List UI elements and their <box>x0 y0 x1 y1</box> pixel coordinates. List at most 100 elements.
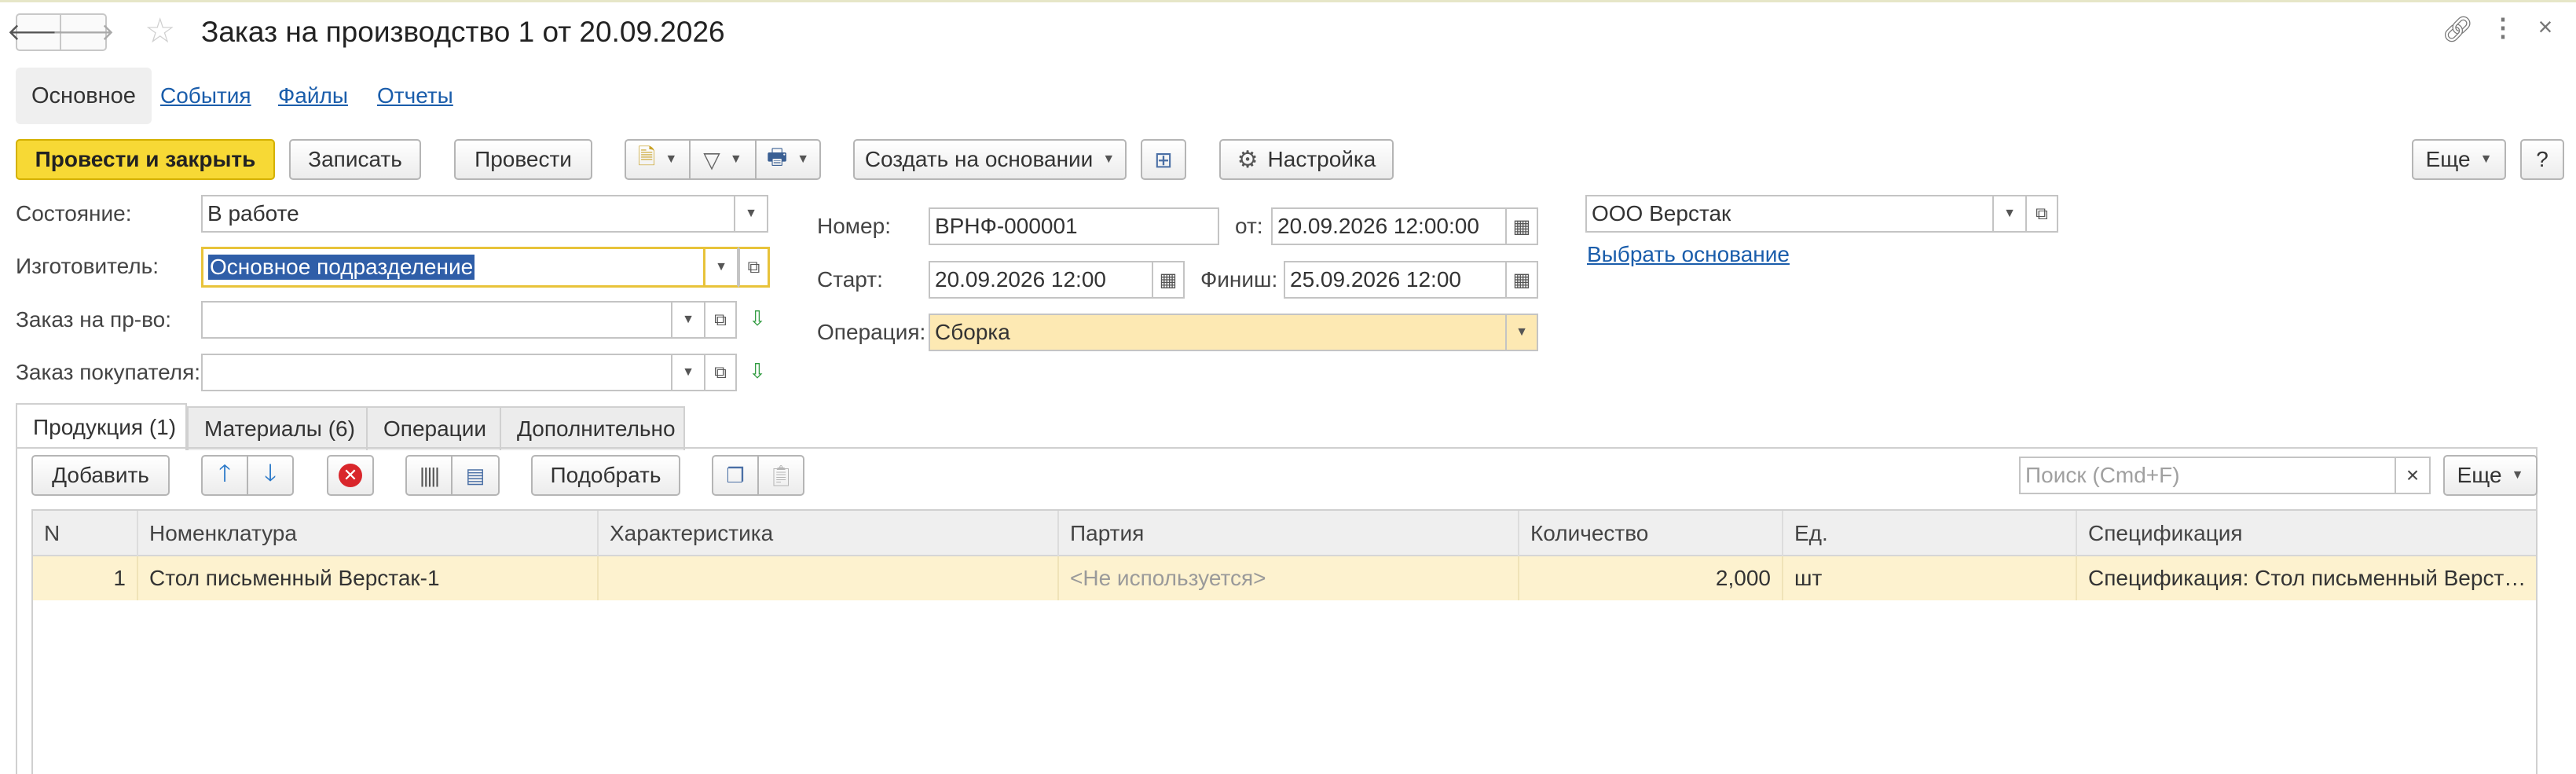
filter-dropdown[interactable]: ▽ ▼ <box>689 139 757 180</box>
customer-order-field[interactable] <box>201 354 672 391</box>
printer-icon: 🖶 <box>766 145 788 169</box>
from-date-field[interactable]: 20.09.2026 12:00:00 <box>1271 207 1507 245</box>
fill-green-icon[interactable]: ⇩ <box>742 306 773 331</box>
delete-row-button[interactable]: ✕ <box>327 455 374 496</box>
start-label: Старт: <box>817 267 883 292</box>
window-top-border <box>0 0 2576 2</box>
save-button[interactable]: Записать <box>289 139 421 180</box>
column-header-nomenclature[interactable]: Номенклатура <box>138 511 599 556</box>
move-up-button[interactable]: 🡑 <box>201 455 248 496</box>
column-header-characteristic[interactable]: Характеристика <box>599 511 1059 556</box>
number-label: Номер: <box>817 214 891 238</box>
chevron-down-icon: ▼ <box>2003 207 2016 220</box>
gear-icon: ⚙ <box>1237 146 1259 173</box>
column-header-n[interactable]: N <box>33 511 138 556</box>
hierarchy-icon: ⊞ <box>1154 147 1173 172</box>
search-clear-button[interactable]: × <box>2396 457 2431 494</box>
table-header: N Номенклатура Характеристика Партия Кол… <box>33 511 2536 556</box>
barcode-button[interactable]: ||||| <box>405 455 453 496</box>
organization-field[interactable]: ООО Верстак <box>1585 195 1994 233</box>
create-based-on-button[interactable]: Создать на основании ▼ <box>853 139 1127 180</box>
tab-files[interactable]: Файлы <box>270 68 356 124</box>
finish-date-field[interactable]: 25.09.2026 12:00 <box>1284 261 1507 299</box>
finish-label: Финиш: <box>1200 267 1278 292</box>
add-button[interactable]: Добавить <box>31 455 170 496</box>
tab-additional[interactable]: Дополнительно <box>500 406 685 450</box>
operation-field[interactable]: Сборка <box>929 314 1507 351</box>
cell-quantity[interactable]: 2,000 <box>1519 556 1783 600</box>
funnel-icon: ▽ <box>703 147 720 172</box>
copy-icon: ❐ <box>726 463 745 487</box>
open-window-icon: ⧉ <box>714 362 727 382</box>
column-header-quantity[interactable]: Количество <box>1519 511 1783 556</box>
state-dropdown-button[interactable]: ▼ <box>735 195 768 233</box>
page-title: Заказ на производство 1 от 20.09.2026 <box>201 16 725 48</box>
finish-calendar-button[interactable]: ▦ <box>1507 261 1538 299</box>
pick-button[interactable]: Подобрать <box>531 455 680 496</box>
number-field[interactable]: ВРНФ-000001 <box>929 207 1219 245</box>
customer-order-open-button[interactable]: ⧉ <box>705 354 737 391</box>
table-row[interactable]: 1 Стол письменный Верстак-1 <Не использу… <box>33 556 2536 600</box>
tab-operations[interactable]: Операции <box>366 406 501 450</box>
paste-rows-button[interactable]: 📋︎ <box>757 455 804 496</box>
state-field[interactable]: В работе <box>201 195 735 233</box>
organization-dropdown-button[interactable]: ▼ <box>1994 195 2027 233</box>
cell-n[interactable]: 1 <box>33 556 138 600</box>
print-dropdown[interactable]: 🖶 ▼ <box>755 139 821 180</box>
structure-button[interactable]: ⊞ <box>1141 139 1186 180</box>
vertical-dots-icon[interactable]: ⋮ <box>2490 13 2516 42</box>
barcode-icon: ||||| <box>420 463 440 487</box>
tab-events[interactable]: События <box>152 68 259 124</box>
customer-order-label: Заказ покупателя: <box>16 360 201 384</box>
operation-label: Операция: <box>817 320 926 344</box>
forward-button[interactable]: 🡒 <box>52 13 115 51</box>
from-calendar-button[interactable]: ▦ <box>1507 207 1538 245</box>
more-label: Еще <box>2425 147 2471 171</box>
prod-order-open-button[interactable]: ⧉ <box>705 301 737 339</box>
cell-batch[interactable]: <Не используется> <box>1059 556 1519 600</box>
choose-base-link[interactable]: Выбрать основание <box>1587 242 1790 267</box>
cell-characteristic[interactable] <box>599 556 1059 600</box>
customer-order-dropdown-button[interactable]: ▼ <box>672 354 705 391</box>
data-collection-button[interactable]: ▤ <box>451 455 500 496</box>
start-date-field[interactable]: 20.09.2026 12:00 <box>929 261 1153 299</box>
search-input[interactable]: Поиск (Cmd+F) <box>2019 457 2396 494</box>
star-icon[interactable]: ☆ <box>145 11 175 51</box>
prod-order-field[interactable] <box>201 301 672 339</box>
start-calendar-button[interactable]: ▦ <box>1153 261 1185 299</box>
link-icon[interactable]: 🔗︎ <box>2442 14 2474 44</box>
tab-products[interactable]: Продукция (1) <box>16 403 187 450</box>
organization-open-button[interactable]: ⧉ <box>2027 195 2058 233</box>
fill-green-icon[interactable]: ⇩ <box>742 359 773 383</box>
cell-specification[interactable]: Спецификация: Стол письменный Верст… <box>2077 556 2536 600</box>
chevron-down-icon: ▼ <box>682 313 694 326</box>
chevron-down-icon: ▼ <box>682 365 694 379</box>
post-button[interactable]: Провести <box>454 139 592 180</box>
column-header-unit[interactable]: Ед. <box>1783 511 2077 556</box>
maker-field[interactable]: Основное подразделение <box>201 247 705 288</box>
close-icon[interactable]: × <box>2531 13 2560 42</box>
arrow-down-icon: 🡓 <box>264 460 277 486</box>
operation-dropdown-button[interactable]: ▼ <box>1507 314 1538 351</box>
help-button[interactable]: ? <box>2520 139 2564 180</box>
maker-dropdown-button[interactable]: ▼ <box>705 247 738 288</box>
copy-rows-button[interactable]: ❐ <box>712 455 759 496</box>
calendar-icon: ▦ <box>1159 269 1178 291</box>
state-label: Состояние: <box>16 201 132 226</box>
column-header-specification[interactable]: Спецификация <box>2077 511 2536 556</box>
attach-file-dropdown[interactable]: 🗎 ▼ <box>625 139 691 180</box>
column-header-batch[interactable]: Партия <box>1059 511 1519 556</box>
post-and-close-button[interactable]: Провести и закрыть <box>16 139 275 180</box>
move-down-button[interactable]: 🡓 <box>247 455 294 496</box>
tab-main[interactable]: Основное <box>16 68 152 124</box>
settings-button[interactable]: ⚙ Настройка <box>1219 139 1394 180</box>
table-more-button[interactable]: Еще ▼ <box>2443 455 2538 496</box>
tab-materials[interactable]: Материалы (6) <box>187 406 368 450</box>
tab-reports[interactable]: Отчеты <box>369 68 461 124</box>
cell-nomenclature[interactable]: Стол письменный Верстак-1 <box>138 556 599 600</box>
prod-order-dropdown-button[interactable]: ▼ <box>672 301 705 339</box>
cell-unit[interactable]: шт <box>1783 556 2077 600</box>
more-button[interactable]: Еще ▼ <box>2412 139 2506 180</box>
maker-open-button[interactable]: ⧉ <box>738 247 770 288</box>
arrow-right-icon: 🡒 <box>51 20 115 46</box>
